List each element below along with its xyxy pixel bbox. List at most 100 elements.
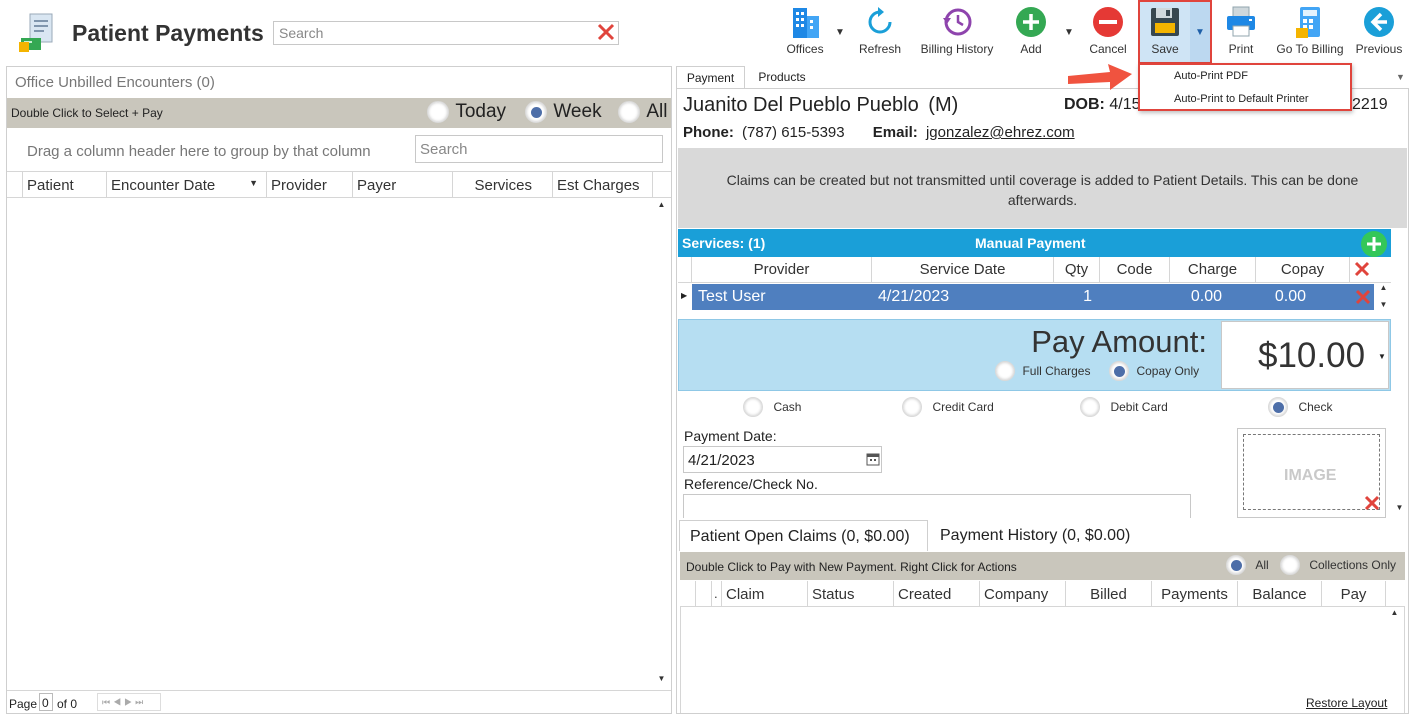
full-charges-option[interactable]: Full Charges [995,361,1090,381]
service-charge-cell[interactable]: 0.00 [1170,284,1226,310]
method-cash-radio[interactable] [743,397,763,417]
full-charges-radio[interactable] [995,361,1015,381]
tab-payment-history[interactable]: Payment History (0, $0.00) [932,520,1162,551]
header-search-input[interactable]: Search [273,21,619,45]
menu-item-auto-print-default-printer[interactable]: Auto-Print to Default Printer [1174,93,1309,105]
billing-history-label: Billing History [920,42,994,56]
svc-qty-header[interactable]: Qty [1054,257,1100,283]
range-today-option[interactable]: Today [427,101,506,123]
svc-copay-header[interactable]: Copay [1256,257,1350,283]
save-dropdown-button[interactable]: ▼ [1190,2,1210,62]
cancel-button[interactable]: Cancel [1087,4,1129,56]
services-scroll-up-icon[interactable]: ▲ [1378,283,1389,297]
menu-item-auto-print-pdf[interactable]: Auto-Print PDF [1174,70,1248,82]
provider-column-header[interactable]: Provider [267,172,353,198]
payment-date-input[interactable]: 4/21/2023 [683,446,882,473]
save-floppy-icon [1143,4,1187,40]
service-date-cell[interactable]: 4/21/2023 [874,284,953,310]
clear-search-icon[interactable] [596,22,616,47]
claims-company-header[interactable]: Company [980,581,1066,607]
service-qty-cell[interactable]: 1 [1054,284,1096,310]
method-debit-card-radio[interactable] [1080,397,1100,417]
pay-amount-dropdown-icon[interactable]: ▼ [1378,352,1386,361]
encounter-date-column-header[interactable]: Encounter Date ▼ [107,172,267,198]
method-check-radio[interactable] [1268,397,1288,417]
add-dropdown-icon[interactable]: ▼ [1064,27,1074,38]
tab-payment[interactable]: Payment [676,66,745,88]
services-column-header[interactable]: Services [453,172,553,198]
claims-balance-header[interactable]: Balance [1238,581,1322,607]
encounters-search-input[interactable]: Search [415,135,663,163]
method-debit-card-option[interactable]: Debit Card [1080,397,1168,417]
scroll-down-icon[interactable]: ▼ [656,674,667,688]
remove-image-icon[interactable] [1364,495,1380,516]
refresh-button[interactable]: Refresh [858,4,902,56]
pager-first-icon[interactable]: ⏮ [102,697,113,707]
go-to-billing-button[interactable]: Go To Billing [1272,4,1348,56]
method-credit-card-option[interactable]: Credit Card [902,397,994,417]
copay-only-option[interactable]: Copay Only [1109,361,1199,381]
patient-column-header[interactable]: Patient [23,172,107,198]
service-row[interactable]: ▶ Test User 4/21/2023 1 0.00 0.00 [678,284,1391,310]
claims-pay-header[interactable]: Pay [1322,581,1386,607]
svc-code-header[interactable]: Code [1100,257,1170,283]
est-charges-column-header[interactable]: Est Charges [553,172,653,198]
method-check-option[interactable]: Check [1268,397,1332,417]
range-all-option[interactable]: All [618,101,667,123]
service-provider-cell[interactable]: Test User [694,284,770,310]
range-all-radio[interactable] [618,101,640,123]
method-cash-option[interactable]: Cash [743,397,801,417]
service-copay-cell[interactable]: 0.00 [1256,284,1310,310]
svc-service-date-header[interactable]: Service Date [872,257,1054,283]
range-week-option[interactable]: Week [525,101,602,123]
tabs-overflow-icon[interactable]: ▼ [1396,72,1405,82]
email-link[interactable]: jgonzalez@ehrez.com [926,124,1075,141]
payer-column-header[interactable]: Payer [353,172,453,198]
pay-amount-input[interactable]: $10.00 ▼ [1221,321,1389,389]
delete-service-icon[interactable] [1355,289,1371,310]
claims-claim-header[interactable]: Claim [722,581,808,607]
scroll-up-icon[interactable]: ▲ [656,200,667,214]
method-credit-card-radio[interactable] [902,397,922,417]
claims-filter-all-radio[interactable] [1226,555,1246,575]
copay-only-radio[interactable] [1109,361,1129,381]
claims-filter-all-option[interactable]: All [1226,555,1269,575]
encounters-scrollbar[interactable]: ▲ ▼ [655,200,669,690]
check-image-placeholder[interactable]: IMAGE [1237,428,1386,518]
print-button[interactable]: Print [1222,4,1260,56]
service-code-cell[interactable] [1100,284,1170,310]
claims-dot-column-header[interactable]: . [712,581,722,607]
tab-patient-open-claims[interactable]: Patient Open Claims (0, $0.00) [679,520,928,551]
offices-dropdown-icon[interactable]: ▼ [835,27,845,38]
claims-filter-collections-label: Collections Only [1309,558,1397,572]
add-button[interactable]: Add [1012,4,1050,56]
services-scrollbar[interactable]: ▲ ▼ [1377,283,1391,315]
billing-history-button[interactable]: Billing History [916,4,998,56]
claims-status-header[interactable]: Status [808,581,894,607]
svc-provider-header[interactable]: Provider [692,257,872,283]
form-scroll-down-icon[interactable]: ▼ [1394,503,1405,517]
pager-page-input[interactable]: 0 [39,693,53,711]
form-scrollbar[interactable]: ▼ [1393,88,1407,518]
svc-charge-header[interactable]: Charge [1170,257,1256,283]
save-button[interactable]: Save [1143,4,1187,56]
claims-billed-header[interactable]: Billed [1066,581,1152,607]
claims-created-header[interactable]: Created [894,581,980,607]
range-today-radio[interactable] [427,101,449,123]
claims-filter-collections-radio[interactable] [1280,555,1300,575]
range-week-radio[interactable] [525,101,547,123]
tab-products[interactable]: Products [750,66,814,88]
reference-input[interactable] [683,494,1191,518]
claims-payments-header[interactable]: Payments [1152,581,1238,607]
previous-button[interactable]: Previous [1354,4,1404,56]
pager-last-icon[interactable]: ⏭ [135,697,146,707]
offices-button[interactable]: Offices [782,4,828,56]
services-scroll-down-icon[interactable]: ▼ [1378,300,1389,314]
pager-prev-icon[interactable]: ◀ [113,697,124,707]
calendar-icon[interactable] [866,452,880,471]
pager-next-icon[interactable]: ▶ [124,697,135,707]
restore-layout-link[interactable]: Restore Layout [1306,696,1387,710]
svc-delete-all-icon[interactable] [1354,261,1370,282]
payment-panel: Payment Products ▼ Juanito Del Pueblo Pu… [676,63,1409,714]
claims-filter-collections-option[interactable]: Collections Only [1280,555,1396,575]
